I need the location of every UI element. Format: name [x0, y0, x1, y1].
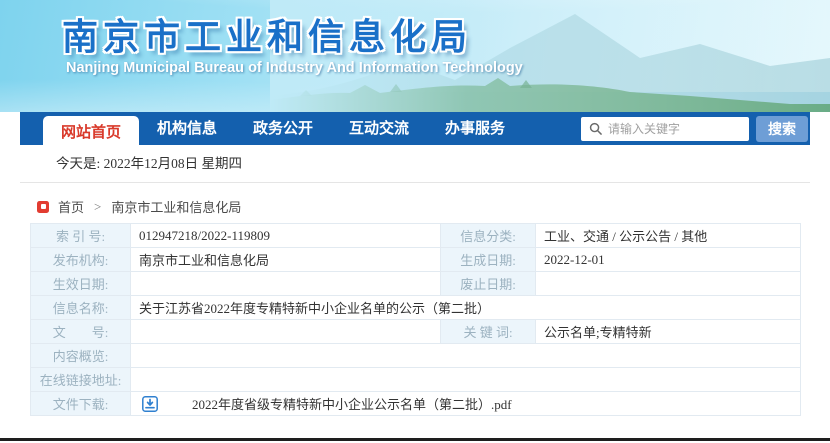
tab-services[interactable]: 办事服务 — [427, 112, 523, 145]
nav-container: 网站首页 机构信息 政务公开 互动交流 办事服务 搜索 今天是: 2022年12… — [20, 112, 810, 183]
main-navbar: 网站首页 机构信息 政务公开 互动交流 办事服务 搜索 — [20, 112, 810, 156]
download-icon[interactable] — [142, 395, 158, 412]
info-name-label: 信息名称: — [30, 295, 131, 320]
content-overview-label: 内容概览: — [30, 343, 131, 368]
index-number-label: 索 引 号: — [30, 223, 131, 248]
content-overview-value — [130, 343, 801, 368]
table-row: 索 引 号: 012947218/2022-119809 信息分类: 工业、交通… — [30, 223, 801, 248]
table-row: 在线链接地址: — [30, 367, 801, 392]
breadcrumb-current: 南京市工业和信息化局 — [111, 200, 242, 215]
site-title-chinese: 南京市工业和信息化局 — [62, 16, 473, 57]
search-icon — [589, 122, 602, 135]
expiry-date-value — [535, 271, 801, 296]
search-input[interactable] — [608, 121, 749, 136]
online-link-value — [130, 367, 801, 392]
doc-number-value — [130, 319, 441, 344]
effective-date-value — [130, 271, 441, 296]
tab-agency-info[interactable]: 机构信息 — [139, 112, 235, 145]
expiry-date-label: 废止日期: — [440, 271, 536, 296]
publisher-value: 南京市工业和信息化局 — [130, 247, 441, 272]
info-category-label: 信息分类: — [440, 223, 536, 248]
table-row: 生效日期: 废止日期: — [30, 271, 801, 296]
table-row: 文 号: 关 键 词: 公示名单;专精特新 — [30, 319, 801, 344]
search-box[interactable] — [581, 116, 749, 141]
breadcrumb-marker-icon — [37, 200, 49, 213]
table-row: 内容概览: — [30, 343, 801, 368]
generate-date-value: 2022-12-01 — [535, 247, 801, 272]
tab-home[interactable]: 网站首页 — [43, 116, 139, 156]
effective-date-label: 生效日期: — [30, 271, 131, 296]
publisher-label: 发布机构: — [30, 247, 131, 272]
online-link-label: 在线链接地址: — [30, 367, 131, 392]
index-number-value: 012947218/2022-119809 — [130, 223, 441, 248]
page: 南京市工业和信息化局 Nanjing Municipal Bureau of I… — [0, 0, 830, 443]
keywords-value: 公示名单;专精特新 — [535, 319, 801, 344]
search-area: 搜索 — [581, 112, 810, 145]
table-row: 文件下载: 2022年度省级专精特新中小企业公示名单（第二批）.pdf — [30, 391, 801, 416]
keywords-label: 关 键 词: — [440, 319, 536, 344]
breadcrumb: 首页 > 南京市工业和信息化局 — [37, 197, 830, 216]
search-button[interactable]: 搜索 — [756, 115, 808, 142]
file-download-cell: 2022年度省级专精特新中小企业公示名单（第二批）.pdf — [139, 394, 792, 413]
breadcrumb-separator: > — [94, 198, 102, 214]
bottom-edge-line — [0, 438, 830, 441]
site-title-english: Nanjing Municipal Bureau of Industry And… — [66, 60, 523, 76]
tab-gov-disclosure[interactable]: 政务公开 — [235, 112, 331, 145]
table-row: 信息名称: 关于江苏省2022年度专精特新中小企业名单的公示（第二批） — [30, 295, 801, 320]
generate-date-label: 生成日期: — [440, 247, 536, 272]
doc-number-label: 文 号: — [30, 319, 131, 344]
download-file-link[interactable]: 2022年度省级专精特新中小企业公示名单（第二批）.pdf — [192, 394, 512, 413]
tab-interaction[interactable]: 互动交流 — [331, 112, 427, 145]
document-info-table: 索 引 号: 012947218/2022-119809 信息分类: 工业、交通… — [30, 223, 801, 416]
info-category-value: 工业、交通 / 公示公告 / 其他 — [535, 223, 801, 248]
breadcrumb-home-link[interactable]: 首页 — [58, 197, 84, 216]
file-download-label: 文件下载: — [30, 391, 131, 416]
site-banner: 南京市工业和信息化局 Nanjing Municipal Bureau of I… — [0, 0, 830, 112]
table-row: 发布机构: 南京市工业和信息化局 生成日期: 2022-12-01 — [30, 247, 801, 272]
info-name-value: 关于江苏省2022年度专精特新中小企业名单的公示（第二批） — [130, 295, 801, 320]
